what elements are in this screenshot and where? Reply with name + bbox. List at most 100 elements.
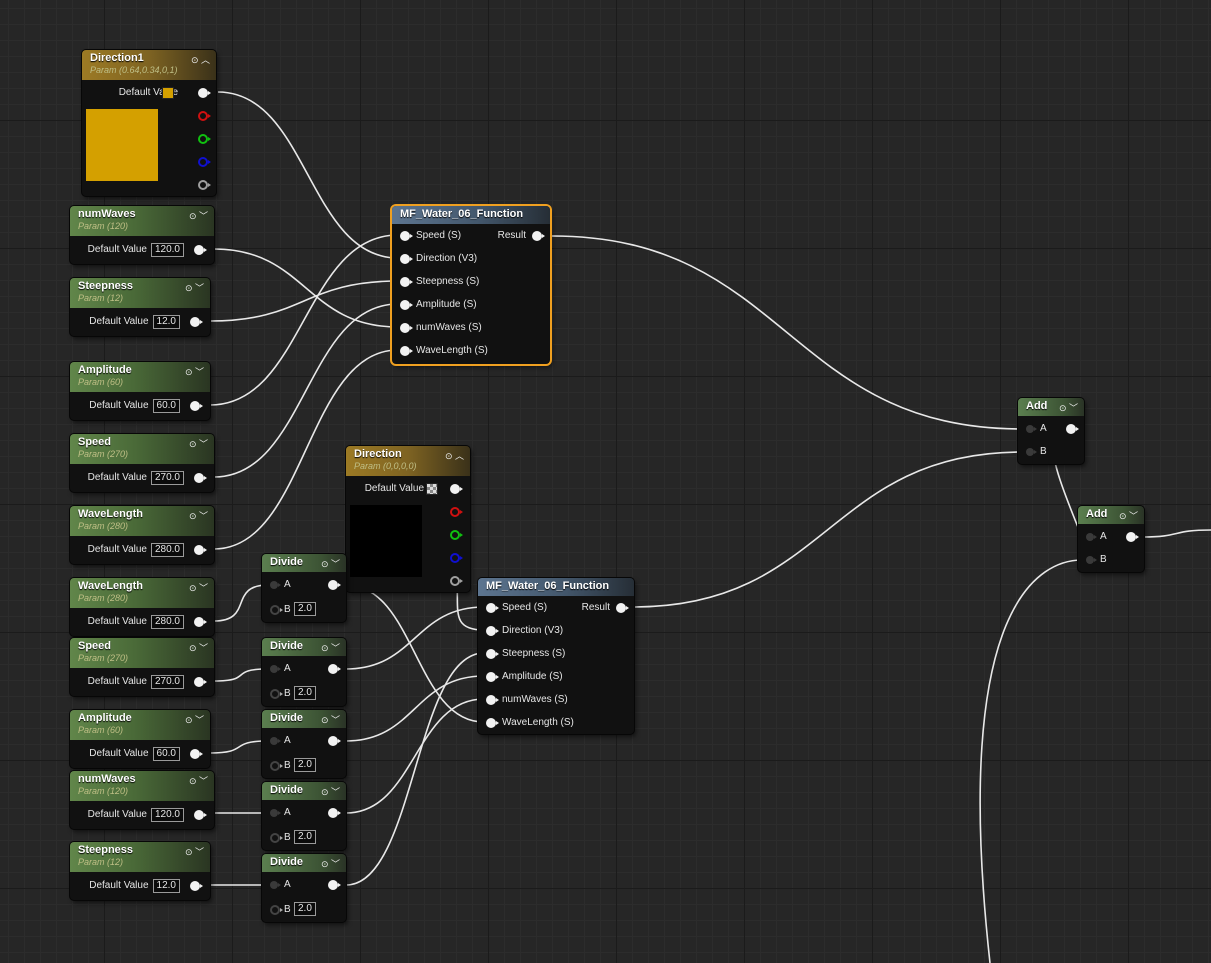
input-pin[interactable] [400,254,413,264]
preview-toggle-icon[interactable]: ⊙ ﹀ [185,365,204,378]
add-node[interactable]: Add ⊙ ﹀ A B [1018,398,1084,464]
preview-toggle-icon[interactable]: ⊙ ﹀ [189,209,208,222]
default-value-input[interactable]: 270.0 [150,471,184,485]
input-pin-a[interactable] [1086,533,1097,541]
input-pin[interactable] [400,346,413,356]
output-pin[interactable] [328,580,341,590]
channel-a-pin[interactable] [198,180,211,190]
result-output-pin[interactable] [532,231,545,241]
color-swatch[interactable] [162,87,174,99]
input-pin[interactable] [486,603,499,613]
input-pin-b[interactable] [270,689,283,699]
preview-toggle-icon[interactable]: ⊙ ﹀ [189,641,208,654]
preview-toggle-icon[interactable]: ⊙ ︿ [191,53,210,66]
channel-g-pin[interactable] [198,134,211,144]
preview-toggle-icon[interactable]: ⊙ ﹀ [189,774,208,787]
preview-toggle-icon[interactable]: ⊙ ﹀ [185,845,204,858]
channel-r-pin[interactable] [450,507,463,517]
vector-param-node[interactable]: Direction Param (0,0,0,0) ⊙ ︿ Default Va… [346,446,470,592]
channel-b-pin[interactable] [198,157,211,167]
preview-toggle-icon[interactable]: ⊙ ﹀ [189,509,208,522]
input-pin-b[interactable] [1026,448,1037,456]
output-pin[interactable] [450,484,463,494]
input-pin[interactable] [400,277,413,287]
input-pin-b[interactable] [270,761,283,771]
preview-toggle-icon[interactable]: ⊙ ﹀ [189,581,208,594]
input-pin-b[interactable] [1086,556,1097,564]
default-value-input[interactable]: 280.0 [150,543,184,557]
output-pin[interactable] [328,664,341,674]
output-pin[interactable] [198,88,211,98]
scalar-param-node[interactable]: Speed Param (270) ⊙ ﹀ Default Value 270.0 [70,434,214,492]
channel-b-pin[interactable] [450,553,463,563]
output-pin[interactable] [194,810,207,820]
divide-node[interactable]: Divide ⊙ ﹀ A B 2.0 [262,710,346,778]
output-pin[interactable] [194,677,207,687]
output-pin[interactable] [190,881,203,891]
input-pin-a[interactable] [270,581,281,589]
scalar-param-node[interactable]: Steepness Param (12) ⊙ ﹀ Default Value 12.0 [70,278,210,336]
preview-toggle-icon[interactable]: ⊙ ﹀ [189,437,208,450]
default-value-input[interactable]: 120.0 [150,808,184,822]
preview-toggle-icon[interactable]: ⊙ ﹀ [185,713,204,726]
b-value-input[interactable]: 2.0 [294,602,316,616]
output-pin[interactable] [1126,532,1139,542]
add-node[interactable]: Add ⊙ ﹀ A B [1078,506,1144,572]
scalar-param-node[interactable]: WaveLength Param (280) ⊙ ﹀ Default Value 280… [70,506,214,564]
output-pin[interactable] [190,401,203,411]
input-pin-b[interactable] [270,833,283,843]
input-pin[interactable] [486,626,499,636]
input-pin[interactable] [486,649,499,659]
output-pin[interactable] [328,808,341,818]
output-pin[interactable] [1066,424,1079,434]
input-pin-a[interactable] [270,665,281,673]
output-pin[interactable] [194,617,207,627]
scalar-param-node[interactable]: Speed Param (270) ⊙ ﹀ Default Value 270.0 [70,638,214,696]
default-value-input[interactable]: 120.0 [150,243,184,257]
input-pin-a[interactable] [270,881,281,889]
input-pin[interactable] [486,718,499,728]
preview-toggle-icon[interactable]: ⊙ ﹀ [321,857,340,870]
scalar-param-node[interactable]: numWaves Param (120) ⊙ ﹀ Default Value 120.0 [70,206,214,264]
preview-toggle-icon[interactable]: ⊙ ﹀ [321,557,340,570]
default-value-input[interactable]: 12.0 [152,315,180,329]
scalar-param-node[interactable]: Steepness Param (12) ⊙ ﹀ Default Value 12.0 [70,842,210,900]
input-pin-a[interactable] [270,737,281,745]
output-pin[interactable] [328,736,341,746]
divide-node[interactable]: Divide ⊙ ﹀ A B 2.0 [262,854,346,922]
b-value-input[interactable]: 2.0 [294,686,316,700]
divide-node[interactable]: Divide ⊙ ﹀ A B 2.0 [262,554,346,622]
channel-a-pin[interactable] [450,576,463,586]
scalar-param-node[interactable]: Amplitude Param (60) ⊙ ﹀ Default Value 60.0 [70,362,210,420]
scalar-param-node[interactable]: Amplitude Param (60) ⊙ ﹀ Default Value 60.0 [70,710,210,768]
scalar-param-node[interactable]: numWaves Param (120) ⊙ ﹀ Default Value 120.0 [70,771,214,829]
input-pin-a[interactable] [1026,425,1037,433]
channel-g-pin[interactable] [450,530,463,540]
output-pin[interactable] [328,880,341,890]
preview-toggle-icon[interactable]: ⊙ ﹀ [321,713,340,726]
color-swatch[interactable] [426,483,438,495]
preview-toggle-icon[interactable]: ⊙ ﹀ [321,641,340,654]
input-pin[interactable] [486,695,499,705]
channel-r-pin[interactable] [198,111,211,121]
preview-toggle-icon[interactable]: ⊙ ﹀ [185,281,204,294]
input-pin-b[interactable] [270,905,283,915]
b-value-input[interactable]: 2.0 [294,902,316,916]
divide-node[interactable]: Divide ⊙ ﹀ A B 2.0 [262,782,346,850]
input-pin-b[interactable] [270,605,283,615]
divide-node[interactable]: Divide ⊙ ﹀ A B 2.0 [262,638,346,706]
preview-toggle-icon[interactable]: ⊙ ﹀ [1119,509,1138,522]
b-value-input[interactable]: 2.0 [294,758,316,772]
default-value-input[interactable]: 60.0 [152,399,180,413]
vector-param-node[interactable]: Direction1 Param (0.64,0.34,0,1) ⊙ ︿ Def… [82,50,216,196]
preview-toggle-icon[interactable]: ⊙ ︿ [445,449,464,462]
input-pin[interactable] [400,231,413,241]
default-value-input[interactable]: 60.0 [152,747,180,761]
default-value-input[interactable]: 12.0 [152,879,180,893]
material-function-node[interactable]: MF_Water_06_Function Speed (S) Direction (… [392,206,550,364]
output-pin[interactable] [190,749,203,759]
input-pin[interactable] [486,672,499,682]
output-pin[interactable] [190,317,203,327]
input-pin[interactable] [400,300,413,310]
default-value-input[interactable]: 280.0 [150,615,184,629]
